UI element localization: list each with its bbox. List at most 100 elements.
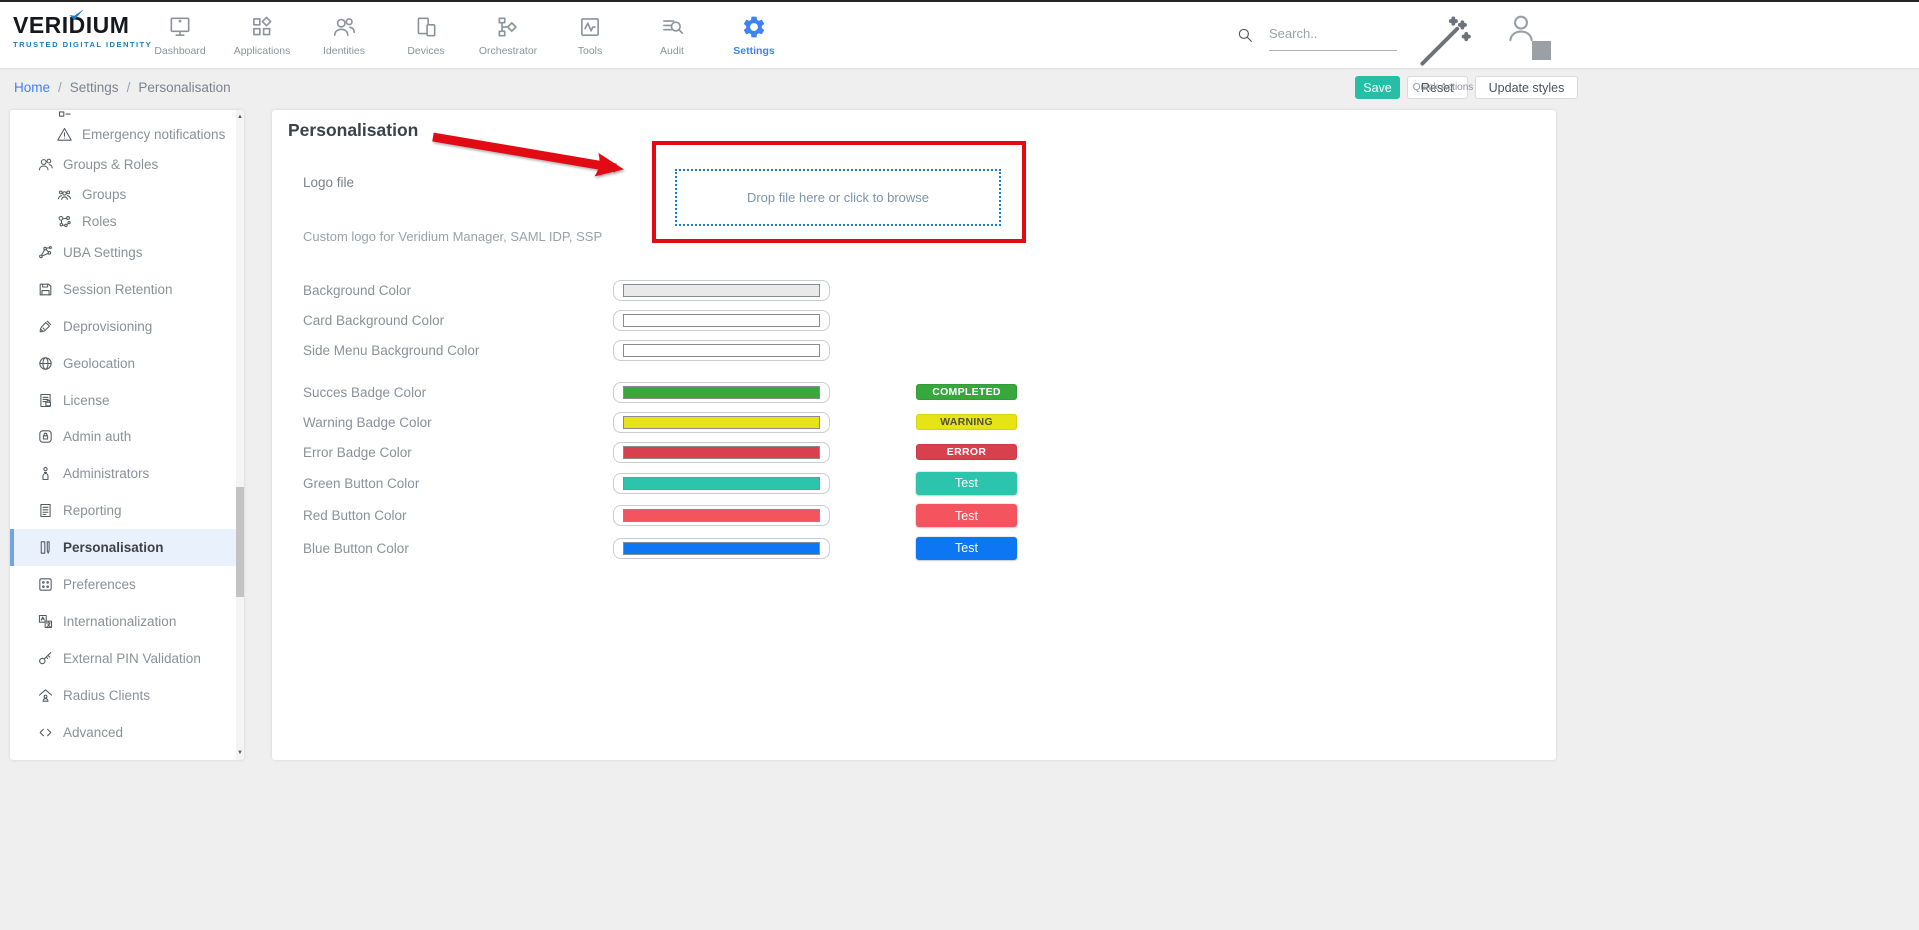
breadcrumb-separator: / bbox=[58, 80, 62, 95]
sidebar-item-roles[interactable]: Roles bbox=[10, 208, 236, 234]
preview-test-button[interactable]: Test bbox=[916, 537, 1017, 560]
scrollbar-thumb[interactable] bbox=[236, 487, 244, 597]
preferences-icon bbox=[37, 576, 54, 593]
report-icon bbox=[37, 502, 54, 519]
color-field-row: Background Color bbox=[303, 275, 1313, 305]
clipped-icon bbox=[56, 110, 73, 119]
license-icon bbox=[37, 392, 54, 409]
nav-applications[interactable]: Applications bbox=[221, 7, 303, 57]
color-preview-slot: Test bbox=[916, 537, 1017, 560]
nav-identities[interactable]: Identities bbox=[303, 7, 385, 57]
sidebar-item-session-retention[interactable]: Session Retention bbox=[10, 271, 236, 308]
color-swatch-value bbox=[623, 477, 820, 490]
color-swatch-value bbox=[623, 446, 820, 459]
sidebar-item-label: Admin auth bbox=[63, 429, 131, 444]
nav-label: Identities bbox=[323, 45, 365, 57]
color-swatch-input[interactable] bbox=[613, 412, 830, 433]
sidebar-item-preferences[interactable]: Preferences bbox=[10, 566, 236, 603]
sidebar-item-deprovisioning[interactable]: Deprovisioning bbox=[10, 308, 236, 345]
sidebar-item-advanced[interactable]: Advanced bbox=[10, 714, 236, 751]
nav-label: Applications bbox=[234, 45, 291, 57]
save-button[interactable]: Save bbox=[1355, 76, 1400, 99]
color-field-label: Red Button Color bbox=[303, 508, 613, 523]
scroll-up-icon[interactable]: ▲ bbox=[236, 113, 244, 121]
identities-icon bbox=[331, 14, 357, 40]
sidebar-item-internationalization[interactable]: Internationalization bbox=[10, 603, 236, 640]
color-swatch-input[interactable] bbox=[613, 340, 830, 361]
user-avatar[interactable] bbox=[1504, 11, 1538, 45]
sidebar-item-license[interactable]: License bbox=[10, 382, 236, 419]
nav-label: Devices bbox=[407, 45, 444, 57]
color-swatch-value bbox=[623, 284, 820, 297]
nav-audit[interactable]: Audit bbox=[631, 7, 713, 57]
nav-dashboard[interactable]: Dashboard bbox=[139, 7, 221, 57]
color-field-label: Card Background Color bbox=[303, 313, 613, 328]
color-field-label: Warning Badge Color bbox=[303, 415, 613, 430]
color-swatch-input[interactable] bbox=[613, 310, 830, 331]
color-field-label: Blue Button Color bbox=[303, 541, 613, 556]
color-swatch-input[interactable] bbox=[613, 442, 830, 463]
nav-orchestrator[interactable]: Orchestrator bbox=[467, 7, 549, 57]
color-swatch-input[interactable] bbox=[613, 505, 830, 526]
sidebar-item-geolocation[interactable]: Geolocation bbox=[10, 345, 236, 382]
sidebar-item-external-pin-validation[interactable]: External PIN Validation bbox=[10, 640, 236, 677]
preview-badge-completed: COMPLETED bbox=[916, 384, 1017, 400]
users-icon bbox=[37, 156, 54, 173]
sidebar-item-label: External PIN Validation bbox=[63, 651, 201, 666]
color-field-row: Warning Badge Color WARNING bbox=[303, 407, 1313, 437]
color-swatch-value bbox=[623, 416, 820, 429]
color-preview-slot: WARNING bbox=[916, 414, 1017, 430]
sidebar-item-label: Internationalization bbox=[63, 614, 176, 629]
floppy-icon bbox=[37, 281, 54, 298]
nav-settings[interactable]: Settings bbox=[713, 7, 795, 57]
sidebar-item-radius-clients[interactable]: Radius Clients bbox=[10, 677, 236, 714]
sidebar-item-label: Reporting bbox=[63, 503, 122, 518]
sidebar-item-administrators[interactable]: Administrators bbox=[10, 455, 236, 492]
settings-menu: Emergency notificationsGroups & RolesGro… bbox=[10, 110, 236, 750]
update-styles-button[interactable]: Update styles bbox=[1475, 76, 1579, 99]
search-input[interactable]: Search.. bbox=[1269, 26, 1397, 51]
logo-dropzone[interactable]: Drop file here or click to browse bbox=[675, 169, 1001, 226]
preview-badge-error: ERROR bbox=[916, 444, 1017, 460]
sidebar-item-emergency-notifications[interactable]: Emergency notifications bbox=[10, 120, 236, 149]
nav-tools[interactable]: Tools bbox=[549, 7, 631, 57]
color-preview-slot: COMPLETED bbox=[916, 384, 1017, 400]
scroll-down-icon[interactable]: ▼ bbox=[236, 749, 244, 757]
preview-test-button[interactable]: Test bbox=[916, 472, 1017, 495]
breadcrumb-home[interactable]: Home bbox=[14, 80, 50, 95]
key-icon bbox=[37, 650, 54, 667]
logo-hint-text: Custom logo for Veridium Manager, SAML I… bbox=[303, 229, 602, 244]
preview-test-button[interactable]: Test bbox=[916, 504, 1017, 527]
sidebar-scrollbar[interactable]: ▲ ▼ bbox=[236, 110, 244, 760]
color-swatch-input[interactable] bbox=[613, 382, 830, 403]
color-field-row: Blue Button Color Test bbox=[303, 532, 1313, 565]
quick-actions-button[interactable]: Quick Actions bbox=[1412, 12, 1474, 93]
color-field-label: Green Button Color bbox=[303, 476, 613, 491]
breadcrumb-personalisation: Personalisation bbox=[138, 80, 230, 95]
color-swatch-input[interactable] bbox=[613, 473, 830, 494]
gear-icon bbox=[741, 14, 767, 40]
sidebar-item-admin-auth[interactable]: Admin auth bbox=[10, 418, 236, 455]
color-swatch-input[interactable] bbox=[613, 280, 830, 301]
admin-auth-icon bbox=[37, 428, 54, 445]
personalisation-icon bbox=[37, 539, 54, 556]
sidebar-item-personalisation[interactable]: Personalisation bbox=[10, 529, 236, 566]
color-field-label: Side Menu Background Color bbox=[303, 343, 613, 358]
nav-label: Settings bbox=[733, 45, 774, 57]
sidebar-item-label: Session Retention bbox=[63, 282, 173, 297]
sidebar-item-uba-settings[interactable]: UBA Settings bbox=[10, 234, 236, 271]
sidebar-item-reporting[interactable]: Reporting bbox=[10, 492, 236, 529]
sidebar-item-label: Radius Clients bbox=[63, 688, 150, 703]
sidebar-item-groups-roles[interactable]: Groups & Roles bbox=[10, 149, 236, 180]
sidebar-item-label: Geolocation bbox=[63, 356, 135, 371]
color-field-row: Green Button Color Test bbox=[303, 467, 1313, 500]
color-field-row: Error Badge Color ERROR bbox=[303, 437, 1313, 467]
breadcrumb-settings[interactable]: Settings bbox=[70, 80, 119, 95]
orchestrator-icon bbox=[495, 14, 521, 40]
sidebar-item-groups[interactable]: Groups bbox=[10, 180, 236, 208]
veridium-logo[interactable]: VERIDIUM TRUSTED DIGITAL IDENTITY bbox=[13, 13, 152, 49]
color-swatch-input[interactable] bbox=[613, 538, 830, 559]
nav-devices[interactable]: Devices bbox=[385, 7, 467, 57]
brand-tagline: TRUSTED DIGITAL IDENTITY bbox=[13, 40, 152, 49]
color-field-label: Error Badge Color bbox=[303, 445, 613, 460]
